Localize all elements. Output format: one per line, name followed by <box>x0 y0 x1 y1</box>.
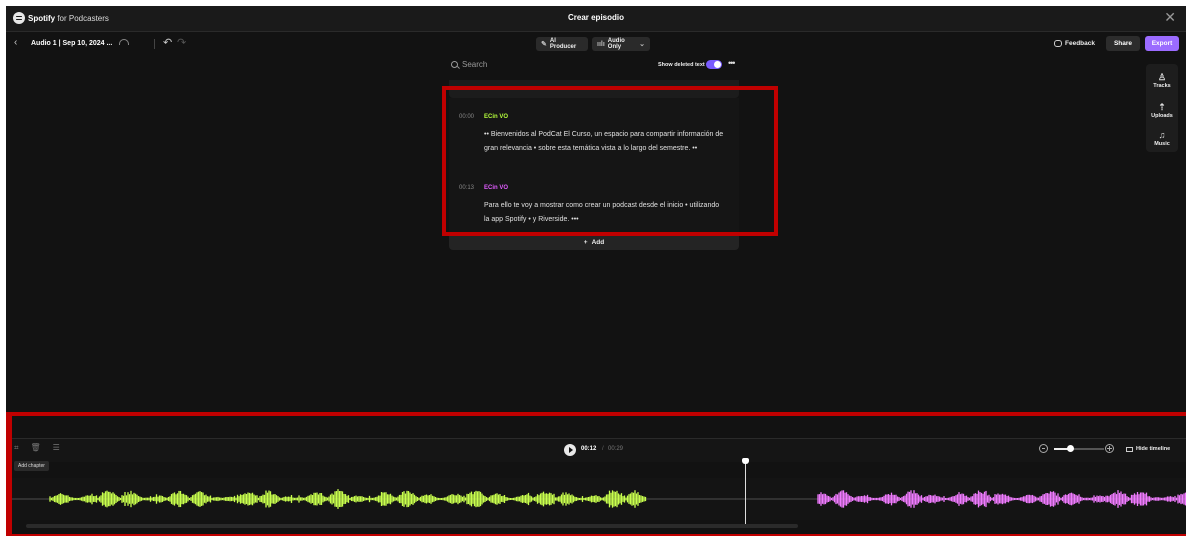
side-tab-tracks[interactable]: ♙ Tracks <box>1146 72 1178 89</box>
close-icon[interactable]: ✕ <box>1164 10 1176 24</box>
side-tab-label: Uploads <box>1151 113 1173 119</box>
side-panel: ♙ Tracks ⇡ Uploads ♫ Music <box>1146 64 1178 152</box>
plus-icon: + <box>583 238 588 246</box>
search-icon <box>451 61 458 68</box>
side-tab-label: Music <box>1154 141 1170 147</box>
side-tab-label: Tracks <box>1153 83 1171 89</box>
side-tab-music[interactable]: ♫ Music <box>1146 130 1178 147</box>
chevron-down-icon: ⌄ <box>639 41 645 48</box>
editor-toolbar: ‹ Audio 1 | Sep 10, 2024 ... ↶ ↷ ✎ AI Pr… <box>6 32 1186 56</box>
ai-producer-button[interactable]: ✎ AI Producer <box>536 37 588 51</box>
feedback-icon <box>1054 40 1062 47</box>
show-deleted-toggle[interactable] <box>706 60 722 69</box>
audio-only-label: Audio Only <box>607 38 625 50</box>
episode-name[interactable]: Audio 1 | Sep 10, 2024 ... <box>31 40 112 47</box>
cloud-sync-icon <box>119 39 129 45</box>
window-title: Crear episodio <box>567 13 624 22</box>
transcript-search[interactable]: Search <box>451 60 487 69</box>
export-button[interactable]: Export <box>1145 36 1179 51</box>
highlight-frame-timeline <box>6 412 1186 536</box>
tracks-icon: ♙ <box>1157 72 1167 82</box>
audio-only-dropdown[interactable]: ıılı Audio Only ⌄ <box>592 37 650 51</box>
feedback-button[interactable]: Feedback <box>1054 40 1095 47</box>
magic-wand-icon: ✎ <box>541 41 547 48</box>
highlight-frame-transcript <box>442 86 778 236</box>
feedback-label: Feedback <box>1065 40 1095 47</box>
share-button[interactable]: Share <box>1106 36 1140 51</box>
title-bar: Spotify for Podcasters Crear episodio ✕ <box>6 6 1186 32</box>
toolbar-divider <box>154 39 155 49</box>
app-window: Spotify for Podcasters Crear episodio ✕ … <box>6 6 1186 536</box>
show-deleted-label: Show deleted text <box>658 62 705 68</box>
more-options-icon[interactable]: ••• <box>728 58 736 68</box>
search-placeholder: Search <box>462 60 488 69</box>
audio-wave-icon: ıılı <box>597 40 605 48</box>
music-icon: ♫ <box>1158 130 1166 140</box>
ai-producer-label: AI Producer <box>549 38 577 50</box>
upload-icon: ⇡ <box>1158 102 1166 112</box>
back-icon[interactable]: ‹ <box>14 38 17 48</box>
side-tab-uploads[interactable]: ⇡ Uploads <box>1146 102 1178 119</box>
add-segment-button[interactable]: + Add <box>449 234 739 250</box>
undo-icon[interactable]: ↶ <box>163 36 172 49</box>
add-label: Add <box>591 238 605 246</box>
redo-icon[interactable]: ↷ <box>177 36 186 49</box>
